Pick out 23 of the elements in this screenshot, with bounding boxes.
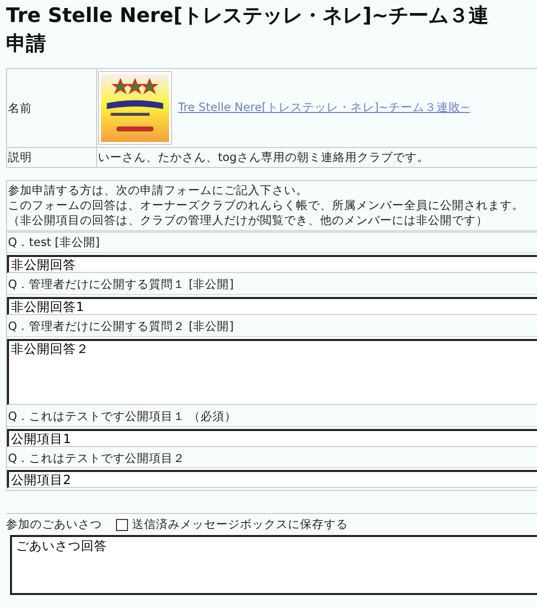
answer-field[interactable]: 公開項目1 xyxy=(7,428,537,446)
question-label: Q．これはテストです公開項目１ （必須） xyxy=(7,406,537,426)
checkbox-label: 送信済みメッセージボックスに保存する xyxy=(132,517,348,532)
answer-field[interactable]: 非公開回答1 xyxy=(7,296,537,315)
answer-field[interactable]: 非公開回答２ xyxy=(7,338,537,405)
question-label: Q．管理者だけに公開する質問２ [非公開] xyxy=(7,316,537,337)
club-link[interactable]: Tre Stelle Nere[トレステッレ・ネレ]~チーム３連敗~ xyxy=(178,100,470,114)
answer-field[interactable]: 公開項目2 xyxy=(7,470,537,488)
checkbox[interactable] xyxy=(116,518,128,531)
field-label: 名前 xyxy=(6,68,96,148)
page-title: Tre Stelle Nere[トレステッレ・ネレ]~チーム３連 xyxy=(6,2,490,28)
question-label: Q．test [非公開] xyxy=(7,232,537,253)
answer-field[interactable]: 非公開回答 xyxy=(7,254,537,273)
field-label: 説明 xyxy=(6,148,96,168)
page-title: 申請 xyxy=(6,30,47,56)
intro-text: このフォームの回答は、オーナーズクラブのれんらく帳で、所属メンバー全員に公開されます。 xyxy=(8,198,525,213)
intro-text: （非公開項目の回答は、クラブの管理人だけが閲覧でき、他のメンバーには非公開です） xyxy=(8,212,489,228)
intro-text: 参加申請する方は、次の申請フォームにご記入下さい。 xyxy=(8,182,309,198)
description-text: いーさん、たかさん、togさん専用の朝ミ連絡用クラブです。 xyxy=(98,150,429,164)
greeting-field[interactable]: ごあいさつ回答 xyxy=(10,535,537,596)
question-label: Q．管理者だけに公開する質問１ [非公開] xyxy=(7,274,537,295)
question-label: Q．これはテストです公開項目２ xyxy=(7,448,537,468)
greeting-label: 参加のごあいさつ xyxy=(6,517,102,532)
